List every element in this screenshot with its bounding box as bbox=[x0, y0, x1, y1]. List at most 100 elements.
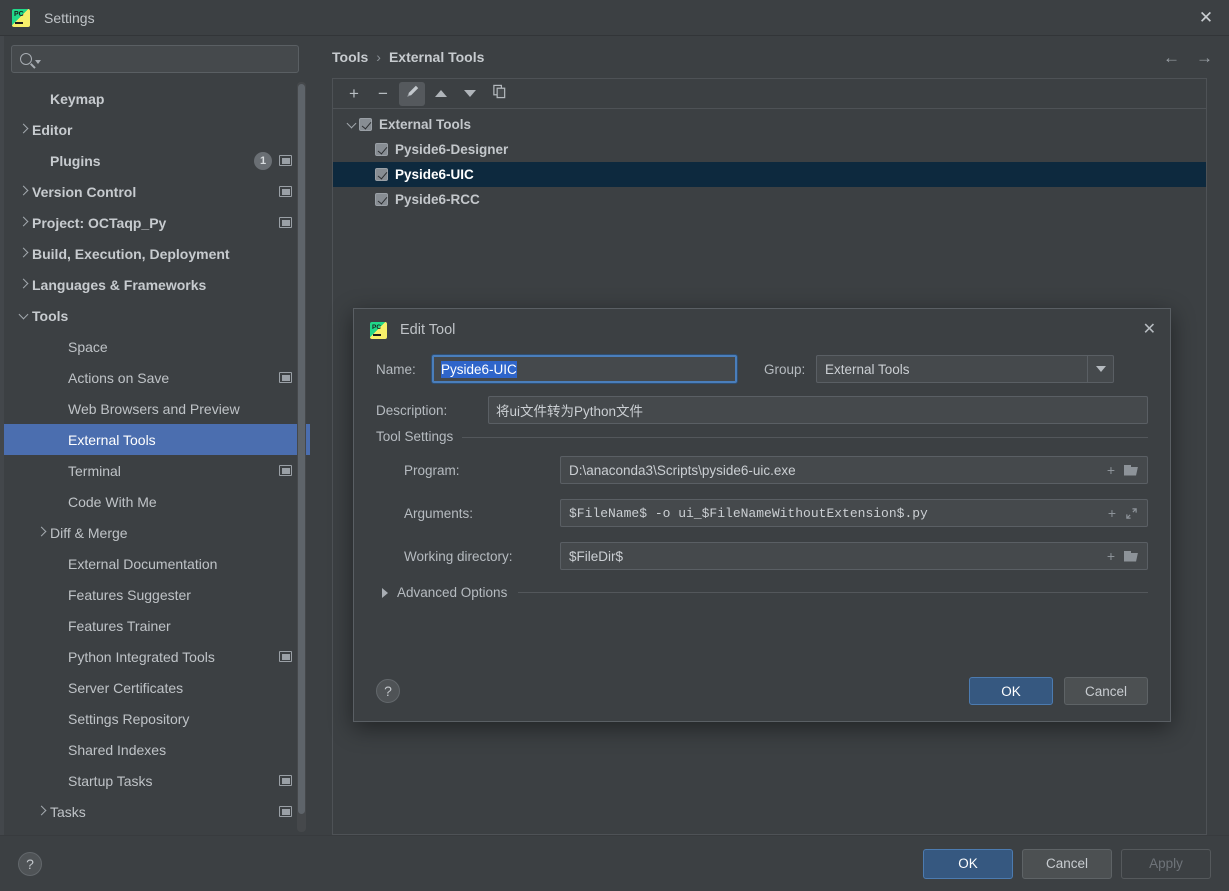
tool-tree-row[interactable]: Pyside6-RCC bbox=[333, 187, 1206, 212]
help-icon[interactable]: ? bbox=[376, 679, 400, 703]
folder-icon[interactable] bbox=[1124, 464, 1138, 476]
cancel-button[interactable]: Cancel bbox=[1022, 848, 1112, 879]
checkbox-checked-icon[interactable] bbox=[375, 143, 388, 156]
sidebar-item-label: Shared Indexes bbox=[68, 741, 167, 758]
chevron-down-icon[interactable] bbox=[1087, 356, 1113, 382]
sidebar-item-tasks[interactable]: Tasks bbox=[0, 796, 310, 827]
dialog-body: Name: Pyside6-UIC Group: External Tools … bbox=[354, 351, 1170, 661]
sidebar-scrollbar[interactable] bbox=[297, 82, 306, 832]
external-tools-toolbar: + − bbox=[333, 79, 1206, 109]
tool-tree-row[interactable]: External Tools bbox=[333, 112, 1206, 137]
tool-tree-row[interactable]: Pyside6-UIC bbox=[333, 162, 1206, 187]
ok-button[interactable]: OK bbox=[923, 848, 1013, 879]
chevron-right-icon[interactable] bbox=[14, 278, 32, 290]
expand-icon[interactable] bbox=[1125, 507, 1138, 520]
sidebar-item-external-documentation[interactable]: External Documentation bbox=[0, 548, 310, 579]
folder-icon[interactable] bbox=[1124, 550, 1138, 562]
remove-button[interactable]: − bbox=[370, 82, 396, 106]
description-input[interactable]: 将ui文件转为Python文件 bbox=[488, 396, 1148, 424]
chevron-right-icon[interactable] bbox=[32, 805, 50, 817]
edit-tool-dialog: Edit Tool ✕ Name: Pyside6-UIC Group: Ext… bbox=[353, 308, 1171, 722]
chevron-right-icon[interactable] bbox=[14, 247, 32, 259]
sidebar-item-server-certificates[interactable]: Server Certificates bbox=[0, 672, 310, 703]
name-input[interactable]: Pyside6-UIC bbox=[432, 355, 737, 383]
chevron-right-icon[interactable] bbox=[14, 185, 32, 197]
window-icon bbox=[279, 806, 292, 817]
sidebar-item-external-tools[interactable]: External Tools bbox=[0, 424, 310, 455]
sidebar-item-label: Languages & Frameworks bbox=[32, 276, 207, 293]
chevron-right-icon bbox=[382, 587, 388, 598]
window-icon bbox=[279, 651, 292, 662]
add-button[interactable]: + bbox=[341, 82, 367, 106]
dialog-buttons: OK Cancel bbox=[969, 677, 1148, 705]
breadcrumb-parent[interactable]: Tools bbox=[332, 49, 368, 65]
search-container bbox=[0, 36, 310, 79]
sidebar-item-web-browsers-and-preview[interactable]: Web Browsers and Preview bbox=[0, 393, 310, 424]
plus-icon[interactable]: + bbox=[1107, 549, 1115, 563]
sidebar-item-settings-repository[interactable]: Settings Repository bbox=[0, 703, 310, 734]
sidebar-item-keymap[interactable]: Keymap bbox=[0, 83, 310, 114]
checkbox-checked-icon[interactable] bbox=[359, 118, 372, 131]
settings-window: Settings ✕ Keymap Editor Plugins 1 Version C… bbox=[0, 0, 1229, 891]
advanced-options-toggle[interactable]: Advanced Options bbox=[376, 585, 1148, 600]
sidebar-item-features-suggester[interactable]: Features Suggester bbox=[0, 579, 310, 610]
checkbox-checked-icon[interactable] bbox=[375, 193, 388, 206]
search-input[interactable] bbox=[47, 51, 277, 67]
window-icon bbox=[279, 775, 292, 786]
description-row: Description: 将ui文件转为Python文件 bbox=[376, 396, 1148, 424]
dialog-footer: ? OK Cancel bbox=[354, 661, 1170, 721]
window-icon bbox=[279, 372, 292, 383]
dialog-titlebar: Edit Tool ✕ bbox=[354, 309, 1170, 351]
sidebar-item-space[interactable]: Space bbox=[0, 331, 310, 362]
sidebar-item-terminal[interactable]: Terminal bbox=[0, 455, 310, 486]
sidebar-item-diff-merge[interactable]: Diff & Merge bbox=[0, 517, 310, 548]
move-up-button[interactable] bbox=[428, 82, 454, 106]
sidebar-item-plugins[interactable]: Plugins 1 bbox=[0, 145, 310, 176]
sidebar-item-features-trainer[interactable]: Features Trainer bbox=[0, 610, 310, 641]
sidebar-item-build-execution-deployment[interactable]: Build, Execution, Deployment bbox=[0, 238, 310, 269]
breadcrumb-separator: › bbox=[376, 49, 381, 65]
checkbox-checked-icon[interactable] bbox=[375, 168, 388, 181]
arrow-right-icon[interactable]: → bbox=[1196, 49, 1213, 66]
tool-setting-input[interactable]: $FileDir$ + bbox=[560, 542, 1148, 570]
sidebar-item-label: Build, Execution, Deployment bbox=[32, 245, 230, 262]
tool-settings-legend: Tool Settings bbox=[376, 429, 463, 444]
sidebar-item-shared-indexes[interactable]: Shared Indexes bbox=[0, 734, 310, 765]
sidebar-item-languages-frameworks[interactable]: Languages & Frameworks bbox=[0, 269, 310, 300]
chevron-down-icon[interactable] bbox=[14, 309, 32, 321]
dialog-ok-button[interactable]: OK bbox=[969, 677, 1053, 705]
plus-icon[interactable]: + bbox=[1107, 463, 1115, 477]
sidebar-item-actions-on-save[interactable]: Actions on Save bbox=[0, 362, 310, 393]
close-icon[interactable]: ✕ bbox=[1183, 0, 1229, 35]
tool-tree-label: Pyside6-RCC bbox=[395, 192, 480, 207]
sidebar-item-indicators: 1 bbox=[254, 145, 292, 176]
chevron-right-icon[interactable] bbox=[32, 526, 50, 538]
tool-tree-row[interactable]: Pyside6-Designer bbox=[333, 137, 1206, 162]
sidebar-item-editor[interactable]: Editor bbox=[0, 114, 310, 145]
sidebar-item-python-integrated-tools[interactable]: Python Integrated Tools bbox=[0, 641, 310, 672]
tool-setting-label: Arguments: bbox=[404, 505, 474, 521]
chevron-right-icon[interactable] bbox=[14, 216, 32, 228]
dialog-cancel-button[interactable]: Cancel bbox=[1064, 677, 1148, 705]
copy-icon bbox=[492, 84, 507, 104]
move-down-button[interactable] bbox=[457, 82, 483, 106]
chevron-down-icon[interactable] bbox=[343, 118, 359, 128]
chevron-right-icon[interactable] bbox=[14, 123, 32, 135]
sidebar-item-project-octaqp-py[interactable]: Project: OCTaqp_Py bbox=[0, 207, 310, 238]
edit-button[interactable] bbox=[399, 81, 425, 106]
help-icon[interactable]: ? bbox=[18, 851, 42, 876]
sidebar-item-startup-tasks[interactable]: Startup Tasks bbox=[0, 765, 310, 796]
copy-button[interactable] bbox=[486, 82, 512, 106]
search-box[interactable] bbox=[11, 45, 299, 73]
tool-setting-input[interactable]: D:\anaconda3\Scripts\pyside6-uic.exe + bbox=[560, 456, 1148, 484]
arrow-left-icon[interactable]: ← bbox=[1163, 49, 1180, 66]
sidebar-item-tools[interactable]: Tools bbox=[0, 300, 310, 331]
plus-icon[interactable]: + bbox=[1108, 506, 1116, 520]
close-icon[interactable]: ✕ bbox=[1143, 322, 1156, 338]
sidebar-item-code-with-me[interactable]: Code With Me bbox=[0, 486, 310, 517]
search-dropdown-caret-icon[interactable] bbox=[35, 59, 41, 64]
tool-setting-input[interactable]: $FileName$ -o ui_$FileNameWithoutExtensi… bbox=[560, 499, 1148, 527]
sidebar-scrollbar-thumb[interactable] bbox=[298, 84, 305, 814]
sidebar-item-version-control[interactable]: Version Control bbox=[0, 176, 310, 207]
group-select[interactable]: External Tools bbox=[816, 355, 1114, 383]
